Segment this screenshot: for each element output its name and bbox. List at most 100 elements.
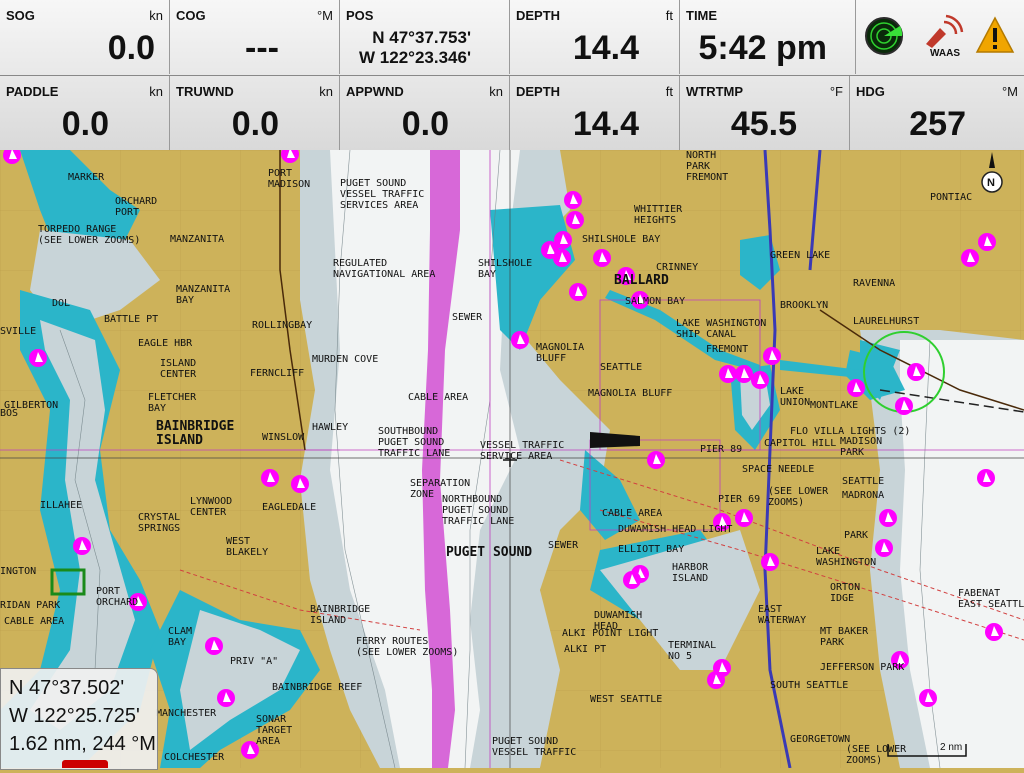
- pos-cell[interactable]: POS N 47°37.753' W 122°23.346': [340, 0, 510, 74]
- scale-bar: 2 nm: [886, 740, 970, 760]
- map-label: SEATTLE: [600, 362, 643, 373]
- map-label: NORTHBOUND PUGET SOUND TRAFFIC LANE: [442, 494, 515, 527]
- gps-waas-icon[interactable]: WAAS: [922, 14, 964, 59]
- depth2-label: DEPTH: [516, 84, 561, 99]
- hdg-value: 257: [909, 105, 966, 143]
- map-label: ROLLINGBAY: [252, 320, 313, 331]
- sog-unit: kn: [149, 8, 163, 23]
- paddle-cell[interactable]: PADDLE kn 0.0: [0, 76, 170, 150]
- map-label: WEST SEATTLE: [590, 694, 663, 705]
- map-label: MAGNOLIA BLUFF: [536, 342, 585, 364]
- map-label: SONAR TARGET AREA: [256, 714, 293, 747]
- paddle-label: PADDLE: [6, 84, 59, 99]
- map-label: JEFFERSON PARK: [820, 662, 905, 673]
- paddle-unit: kn: [149, 84, 163, 99]
- wtrtmp-cell[interactable]: WTRTMP °F 45.5: [680, 76, 850, 150]
- pos-lat-value: N 47°37.753': [372, 28, 471, 47]
- map-label: MANZANITA BAY: [176, 284, 231, 306]
- map-label: RAVENNA: [853, 278, 896, 289]
- svg-text:N: N: [987, 177, 995, 189]
- depth-value: 14.4: [572, 29, 639, 67]
- map-label: RIDAN PARK: [0, 600, 61, 611]
- map-label: MADRONA: [842, 490, 885, 501]
- map-label: COLCHESTER: [164, 752, 225, 763]
- radar-icon[interactable]: [864, 14, 904, 58]
- map-label: MURDEN COVE: [312, 354, 379, 365]
- sog-value: 0.0: [107, 29, 155, 67]
- depth-cell[interactable]: DEPTH ft 14.4: [510, 0, 680, 74]
- cursor-info-panel[interactable]: N 47°37.502' W 122°25.725' 1.62 nm, 244 …: [0, 668, 158, 770]
- appwnd-cell[interactable]: APPWND kn 0.0: [340, 76, 510, 150]
- data-bar-row-1: SOG kn 0.0 COG °M --- POS N 47°37.753' W…: [0, 0, 1024, 74]
- map-label: CRYSTAL SPRINGS: [138, 512, 181, 534]
- map-label: FERRY ROUTES (SEE LOWER ZOOMS): [356, 636, 459, 658]
- map-label: PIER 89: [700, 444, 743, 455]
- cog-label: COG: [176, 8, 206, 23]
- map-label: EAST WATERWAY: [758, 604, 807, 626]
- menu-tab[interactable]: [62, 760, 108, 768]
- map-label: LAKE WASHINGTON: [816, 546, 877, 568]
- time-label: TIME: [686, 8, 718, 23]
- map-label: MARKER: [68, 172, 105, 183]
- map-label: FABENAT EAST SEATTLE: [958, 588, 1024, 610]
- map-label: (SEE LOWER ZOOMS): [768, 486, 829, 508]
- map-label: WHITTIER HEIGHTS: [634, 204, 683, 226]
- map-label: CABLE AREA: [408, 392, 469, 403]
- map-label: SEWER: [548, 540, 579, 551]
- map-label: ALKI POINT LIGHT: [562, 628, 659, 639]
- truwnd-cell[interactable]: TRUWND kn 0.0: [170, 76, 340, 150]
- map-label: HARBOR ISLAND: [672, 562, 709, 584]
- time-cell[interactable]: TIME 5:42 pm: [680, 0, 856, 74]
- sog-cell[interactable]: SOG kn 0.0: [0, 0, 170, 74]
- map-label: PRIV "A": [230, 656, 279, 667]
- map-label: GREEN LAKE: [770, 250, 831, 261]
- cursor-range-bearing: 1.62 nm, 244 °M: [9, 733, 156, 755]
- appwnd-value: 0.0: [401, 105, 449, 143]
- map-label: LAURELHURST: [853, 316, 920, 327]
- map-label: HAWLEY: [312, 422, 349, 433]
- map-label: PONTIAC: [930, 192, 973, 203]
- map-label: PIER 69: [718, 494, 761, 505]
- map-label: LYNWOOD CENTER: [190, 496, 233, 518]
- depth2-value: 14.4: [572, 105, 639, 143]
- cog-unit: °M: [316, 8, 333, 23]
- map-label: PUGET SOUND VESSEL TRAFFIC SERVICES AREA: [340, 178, 425, 211]
- map-label: BALLARD: [614, 273, 669, 288]
- map-label: GEORGETOWN: [790, 734, 851, 745]
- map-label: ORCHARD PORT: [115, 196, 158, 218]
- map-label: CLAM BAY: [168, 626, 193, 648]
- cog-cell[interactable]: COG °M ---: [170, 0, 340, 74]
- map-label: BAINBRIDGE REEF: [272, 682, 363, 693]
- map-label: SPACE NEEDLE: [742, 464, 815, 475]
- warning-icon[interactable]: [975, 14, 1015, 58]
- pos-label: POS: [346, 8, 374, 23]
- hdg-cell[interactable]: HDG °M 257: [850, 76, 1024, 150]
- map-label: PARK: [844, 530, 869, 541]
- map-label: BROOKLYN: [780, 300, 829, 311]
- depth-unit: ft: [665, 8, 673, 23]
- map-label: PORT ORCHARD: [96, 586, 139, 608]
- hdg-unit: °M: [1001, 84, 1018, 99]
- map-label: TORPEDO RANGE (SEE LOWER ZOOMS): [38, 224, 141, 246]
- map-label: VESSEL TRAFFIC SERVICE AREA: [480, 440, 565, 462]
- depth2-cell[interactable]: DEPTH ft 14.4: [510, 76, 680, 150]
- map-label: SALMON BAY: [625, 296, 686, 307]
- hdg-label: HDG: [856, 84, 885, 99]
- map-label: SEWER: [452, 312, 483, 323]
- map-label: SOUTH SEATTLE: [770, 680, 849, 691]
- map-label: INGTON: [0, 566, 37, 577]
- appwnd-label: APPWND: [346, 84, 404, 99]
- map-label: MT BAKER PARK: [820, 626, 869, 648]
- appwnd-unit: kn: [489, 84, 503, 99]
- map-label: PORT MADISON: [268, 168, 311, 190]
- map-label: DOL: [52, 298, 71, 309]
- wtrtmp-unit: °F: [829, 84, 843, 99]
- map-label: NORTH PARK FREMONT: [686, 150, 729, 183]
- map-label: BAINBRIDGE ISLAND: [156, 419, 235, 448]
- map-label: SHILSHOLE BAY: [582, 234, 661, 245]
- svg-text:WAAS: WAAS: [930, 48, 960, 58]
- map-label: MANCHESTER: [156, 708, 217, 719]
- map-label: ILLAHEE: [40, 500, 83, 511]
- truwnd-label: TRUWND: [176, 84, 234, 99]
- wtrtmp-label: WTRTMP: [686, 84, 744, 99]
